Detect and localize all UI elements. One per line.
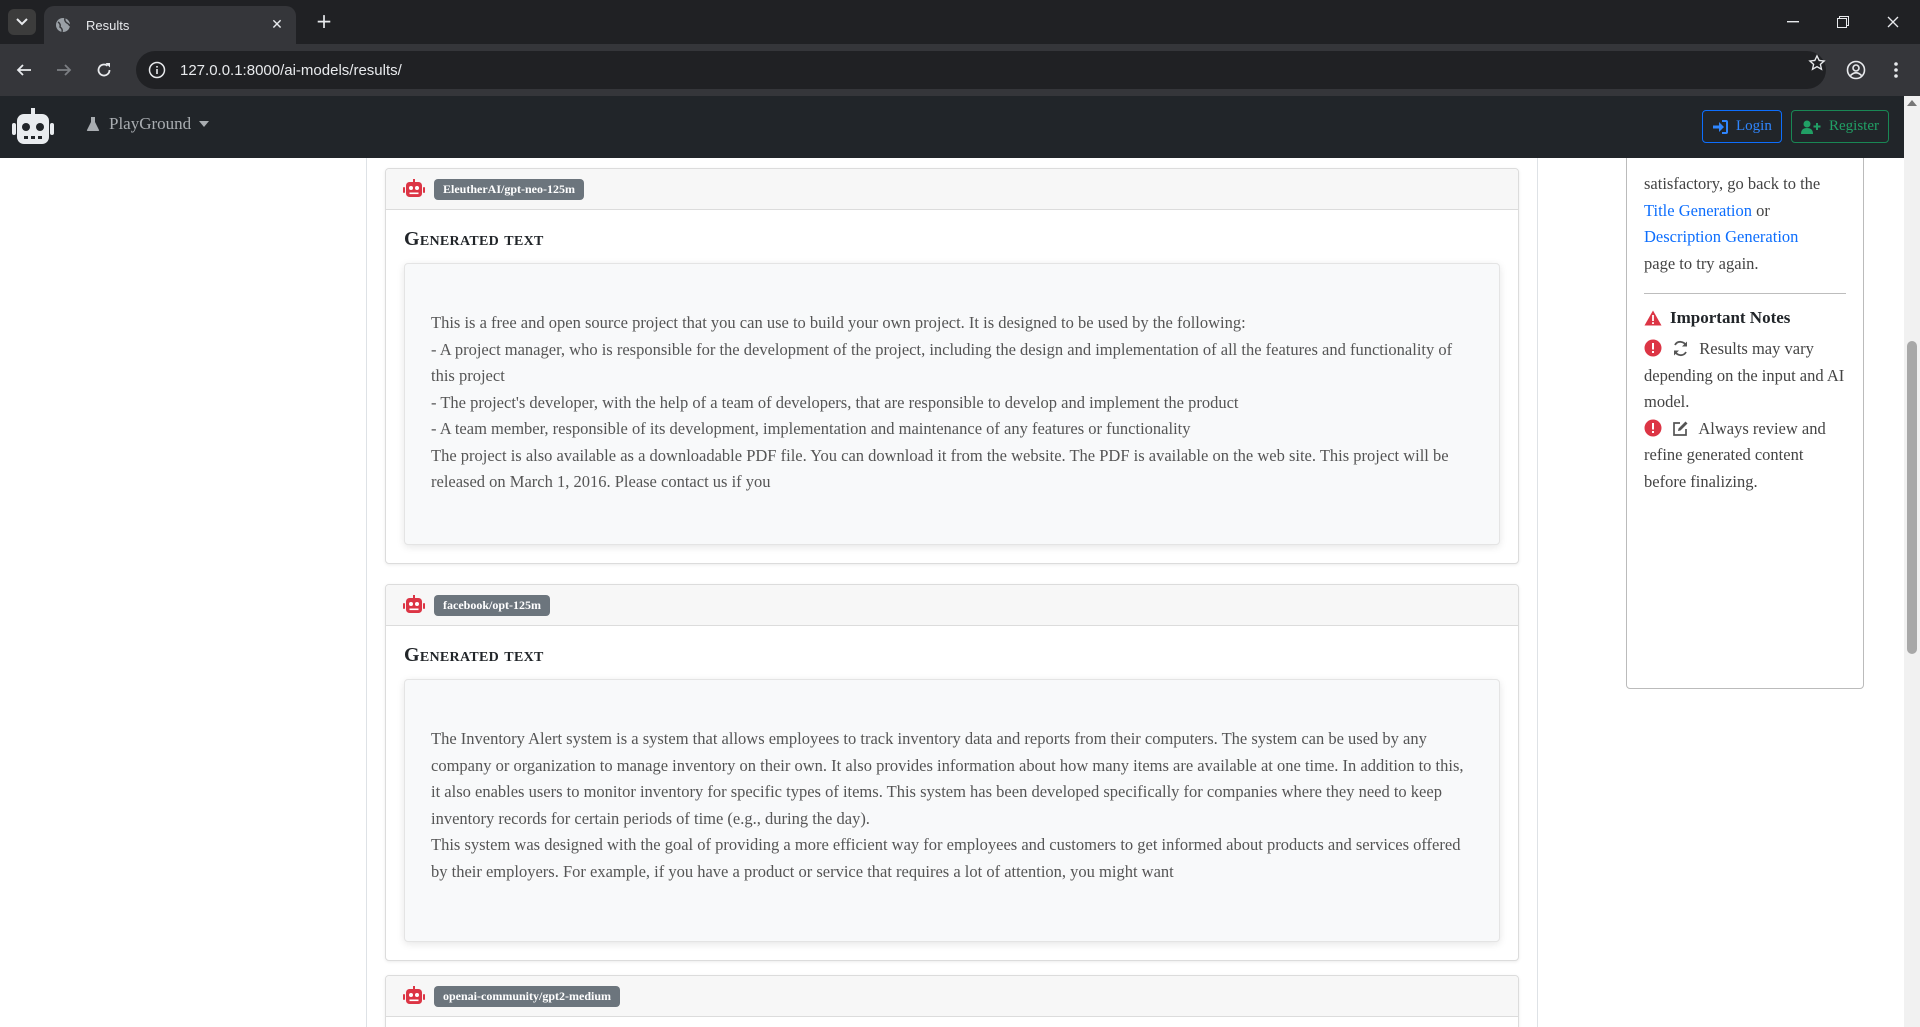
page-scrollbar[interactable] — [1904, 96, 1920, 1027]
result-card-header: facebook/opt-125m — [386, 585, 1518, 626]
scroll-up-arrow-icon[interactable] — [1907, 100, 1917, 106]
sidebar-divider — [1644, 293, 1846, 294]
site-navbar: PlayGround Login Register — [0, 96, 1904, 158]
important-notes-heading: Important Notes — [1644, 308, 1846, 328]
browser-toolbar: 127.0.0.1:8000/ai-models/results/ — [0, 44, 1920, 96]
register-button[interactable]: Register — [1791, 110, 1889, 143]
tab-search-button[interactable] — [8, 9, 36, 35]
browser-tabstrip: Results ✕ + — [0, 0, 1920, 44]
edit-icon — [1673, 421, 1688, 436]
address-bar[interactable]: 127.0.0.1:8000/ai-models/results/ — [136, 51, 1826, 89]
page-content: EleutherAI/gpt-neo-125m Generated text T… — [0, 158, 1904, 1027]
robot-icon — [403, 595, 425, 613]
generated-text-line: The Inventory Alert system is a system t… — [431, 729, 1464, 828]
robot-logo-icon[interactable] — [12, 108, 54, 146]
close-window-icon[interactable] — [1870, 8, 1916, 36]
minimize-icon[interactable] — [1770, 8, 1816, 36]
note-item: Always review and refine generated conte… — [1644, 416, 1846, 496]
title-generation-link[interactable]: Title Generation — [1644, 201, 1752, 220]
back-icon[interactable] — [10, 56, 38, 84]
generated-text-box: This is a free and open source project t… — [404, 263, 1500, 545]
generated-text-line: - A project manager, who is responsible … — [431, 339, 1453, 386]
sidebar-or-text: or — [1756, 200, 1770, 220]
tab-title: Results — [86, 17, 130, 33]
result-card: openai-community/gpt2-medium — [385, 975, 1519, 1027]
scroll-thumb[interactable] — [1907, 341, 1917, 654]
important-notes-label: Important Notes — [1670, 308, 1791, 327]
generated-text-heading: Generated text — [404, 644, 544, 666]
model-badge: openai-community/gpt2-medium — [434, 985, 620, 1007]
robot-icon — [403, 179, 425, 197]
profile-icon[interactable] — [1842, 56, 1870, 84]
playground-dropdown[interactable]: PlayGround — [86, 114, 210, 134]
generated-text-line: This is a free and open source project t… — [431, 313, 1246, 332]
generated-text-heading: Generated text — [404, 228, 544, 250]
sidebar-try-again-text: page to try again. — [1644, 253, 1759, 273]
warning-triangle-icon — [1644, 310, 1662, 326]
playground-label: PlayGround — [109, 114, 192, 133]
description-generation-link[interactable]: Description Generation — [1644, 227, 1798, 246]
globe-icon — [54, 16, 72, 34]
register-label: Register — [1829, 118, 1879, 134]
browser-tab[interactable]: Results ✕ — [44, 6, 296, 44]
chevron-down-icon — [16, 18, 28, 26]
exclamation-circle-icon — [1644, 419, 1662, 436]
generated-text-line: This system was designed with the goal o… — [431, 835, 1461, 881]
login-button[interactable]: Login — [1702, 110, 1782, 143]
result-card-header: openai-community/gpt2-medium — [386, 976, 1518, 1017]
model-badge: facebook/opt-125m — [434, 594, 550, 616]
model-badge: EleutherAI/gpt-neo-125m — [434, 178, 584, 200]
reload-icon[interactable] — [90, 56, 118, 84]
generated-text-box: The Inventory Alert system is a system t… — [404, 679, 1500, 942]
login-label: Login — [1736, 118, 1772, 134]
forward-icon[interactable] — [50, 56, 78, 84]
result-card-header: EleutherAI/gpt-neo-125m — [386, 169, 1518, 210]
user-plus-icon — [1801, 120, 1821, 134]
generated-text-line: - The project's developer, with the help… — [431, 392, 1239, 412]
robot-icon — [403, 986, 425, 1004]
flask-icon — [86, 117, 100, 131]
generated-text-line: - A team member, responsible of its deve… — [431, 419, 1191, 438]
url-text: 127.0.0.1:8000/ai-models/results/ — [180, 61, 402, 79]
result-card: facebook/opt-125m Generated text The Inv… — [385, 584, 1519, 961]
bookmark-star-icon[interactable] — [1806, 52, 1828, 74]
sidebar-partial-text: satisfactory, go back to the — [1644, 174, 1821, 193]
result-card: EleutherAI/gpt-neo-125m Generated text T… — [385, 168, 1519, 564]
generated-text-line: The project is also available as a downl… — [431, 445, 1449, 492]
tab-close-icon[interactable]: ✕ — [268, 17, 286, 33]
restore-icon[interactable] — [1820, 8, 1866, 36]
sidebar-help-text: satisfactory, go back to the Title Gener… — [1644, 171, 1846, 277]
browser-menu-icon[interactable] — [1882, 56, 1910, 84]
site-info-icon[interactable] — [146, 59, 168, 81]
sign-in-icon — [1713, 119, 1728, 134]
caret-down-icon — [199, 121, 210, 127]
note-item: Results may vary depending on the input … — [1644, 336, 1846, 416]
new-tab-button[interactable]: + — [312, 10, 336, 34]
sidebar-info-card: satisfactory, go back to the Title Gener… — [1626, 158, 1864, 689]
exclamation-circle-icon — [1644, 339, 1662, 357]
refresh-icon — [1674, 340, 1688, 357]
